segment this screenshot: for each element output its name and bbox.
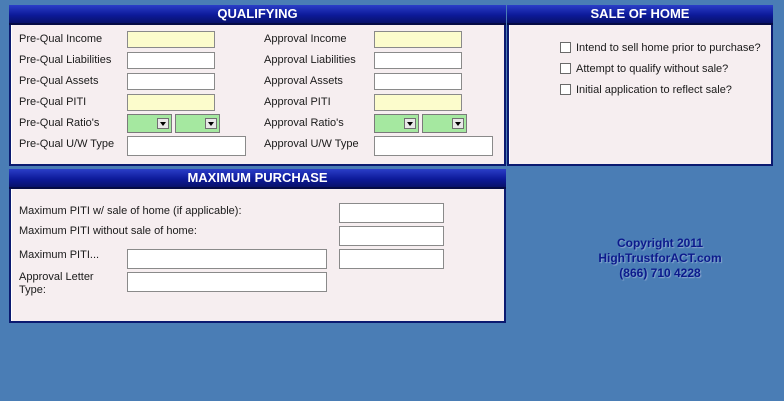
approval-ratios-label: Approval Ratio's [264, 117, 344, 129]
prequal-assets-label: Pre-Qual Assets [19, 75, 99, 87]
approval-letter-type-label: Approval Letter Type: [19, 271, 94, 296]
approval-liabilities-input[interactable] [374, 52, 462, 69]
approval-liabilities-label: Approval Liabilities [264, 54, 356, 66]
approval-piti-input[interactable] [374, 94, 462, 111]
approval-back-ratio-select[interactable] [422, 114, 467, 133]
maximum-purchase-header: MAXIMUM PURCHASE [9, 169, 506, 189]
sale-of-home-panel: SALE OF HOME Intend to sell home prior t… [507, 5, 773, 166]
prequal-piti-input[interactable] [127, 94, 215, 111]
prequal-income-input[interactable] [127, 31, 215, 48]
approval-uw-type-input[interactable] [374, 136, 493, 156]
approval-assets-label: Approval Assets [264, 75, 343, 87]
approval-assets-input[interactable] [374, 73, 462, 90]
phone-line: (866) 710 4228 [619, 266, 701, 280]
max-piti-without-sale-label: Maximum PITI without sale of home: [19, 225, 197, 237]
chevron-down-icon[interactable] [205, 118, 217, 129]
maximum-purchase-panel: MAXIMUM PURCHASE Maximum PITI w/ sale of… [9, 169, 506, 323]
prequal-front-ratio-select[interactable] [127, 114, 172, 133]
approval-letter-type-input[interactable] [127, 272, 327, 292]
chevron-down-icon[interactable] [452, 118, 464, 129]
prequal-assets-input[interactable] [127, 73, 215, 90]
copyright-line: Copyright 2011 [616, 236, 704, 250]
prequal-ratios-label: Pre-Qual Ratio's [19, 117, 100, 129]
intend-to-sell-label[interactable]: Intend to sell home prior to purchase? [576, 42, 761, 55]
approval-income-label: Approval Income [264, 33, 347, 45]
max-piti-with-sale-input[interactable] [339, 203, 444, 223]
approval-front-ratio-select[interactable] [374, 114, 419, 133]
prequal-uw-type-input[interactable] [127, 136, 246, 156]
approval-piti-label: Approval PITI [264, 96, 331, 108]
prequal-income-label: Pre-Qual Income [19, 33, 103, 45]
max-piti-extra-input[interactable] [339, 249, 444, 269]
max-piti-with-sale-label: Maximum PITI w/ sale of home (if applica… [19, 205, 242, 217]
intend-to-sell-checkbox[interactable] [560, 42, 571, 53]
prequal-liabilities-input[interactable] [127, 52, 215, 69]
qualifying-header: QUALIFYING [9, 5, 506, 25]
prequal-liabilities-label: Pre-Qual Liabilities [19, 54, 112, 66]
website-line: HighTrustforACT.com [598, 251, 722, 265]
qualify-without-sale-label[interactable]: Attempt to qualify without sale? [576, 63, 728, 76]
copyright-block: Copyright 2011 HighTrustforACT.com (866)… [560, 236, 760, 281]
reflect-sale-checkbox[interactable] [560, 84, 571, 95]
prequal-piti-label: Pre-Qual PITI [19, 96, 87, 108]
reflect-sale-label[interactable]: Initial application to reflect sale? [576, 84, 732, 97]
approval-income-input[interactable] [374, 31, 462, 48]
prequal-uw-type-label: Pre-Qual U/W Type [19, 138, 115, 150]
max-piti-label: Maximum PITI... [19, 249, 100, 261]
qualifying-panel: QUALIFYING Pre-Qual Income Pre-Qual Liab… [9, 5, 506, 166]
qualify-without-sale-checkbox[interactable] [560, 63, 571, 74]
sale-of-home-header: SALE OF HOME [507, 5, 773, 25]
max-piti-without-sale-input[interactable] [339, 226, 444, 246]
prequal-back-ratio-select[interactable] [175, 114, 220, 133]
max-piti-input[interactable] [127, 249, 327, 269]
chevron-down-icon[interactable] [157, 118, 169, 129]
approval-uw-type-label: Approval U/W Type [264, 138, 359, 150]
chevron-down-icon[interactable] [404, 118, 416, 129]
